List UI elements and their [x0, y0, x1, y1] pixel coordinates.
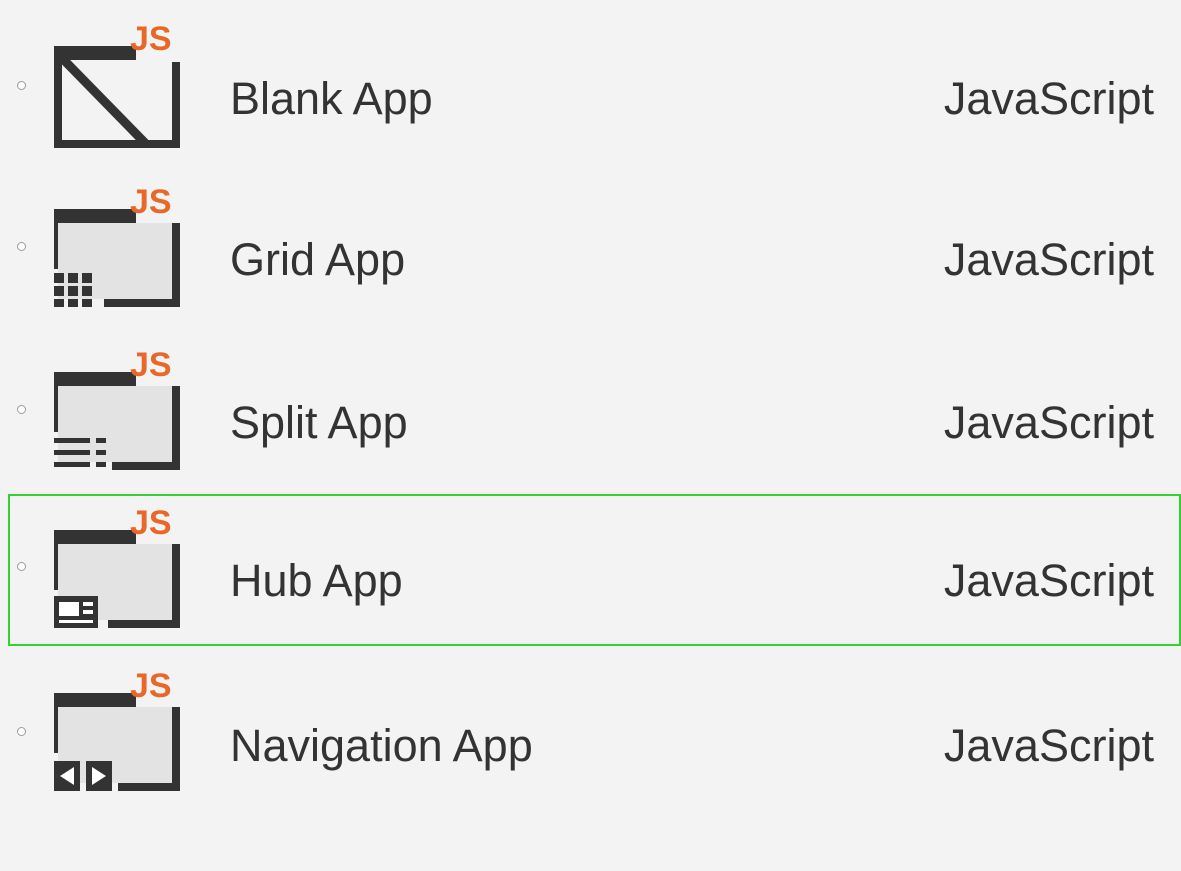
template-language: JavaScript	[943, 234, 1154, 285]
hub-app-icon: JS	[44, 504, 180, 628]
template-language: JavaScript	[943, 720, 1154, 771]
template-radio[interactable]	[17, 81, 26, 90]
blank-app-icon: JS	[44, 24, 180, 148]
grid-app-icon: JS	[44, 183, 180, 307]
js-badge: JS	[130, 504, 172, 542]
template-name: Navigation App	[230, 720, 533, 771]
js-badge: JS	[130, 183, 172, 221]
template-language: JavaScript	[943, 397, 1154, 448]
template-row-grid-app[interactable]: JS Grid App JavaScript	[8, 167, 1181, 319]
template-radio[interactable]	[17, 562, 26, 571]
js-badge: JS	[130, 24, 172, 58]
template-row-blank-app[interactable]: JS Blank App JavaScript	[8, 4, 1181, 156]
js-badge: JS	[130, 346, 172, 384]
template-name: Split App	[230, 397, 408, 448]
template-radio[interactable]	[17, 727, 26, 736]
template-list: JS Blank App JavaScript JS Grid App Java…	[0, 0, 1181, 871]
navigation-app-icon: JS	[44, 667, 180, 791]
split-app-icon: JS	[44, 346, 180, 470]
template-row-hub-app[interactable]: JS Hub App JavaScript	[8, 494, 1181, 646]
template-radio[interactable]	[17, 242, 26, 251]
template-row-navigation-app[interactable]: JS Navigation App JavaScript	[8, 659, 1181, 811]
template-language: JavaScript	[943, 555, 1154, 606]
template-name: Grid App	[230, 234, 406, 285]
js-badge: JS	[130, 667, 172, 705]
template-name: Blank App	[230, 73, 433, 124]
template-name: Hub App	[230, 555, 403, 606]
template-language: JavaScript	[943, 73, 1154, 124]
template-radio[interactable]	[17, 405, 26, 414]
template-row-split-app[interactable]: JS Split App JavaScript	[8, 330, 1181, 482]
